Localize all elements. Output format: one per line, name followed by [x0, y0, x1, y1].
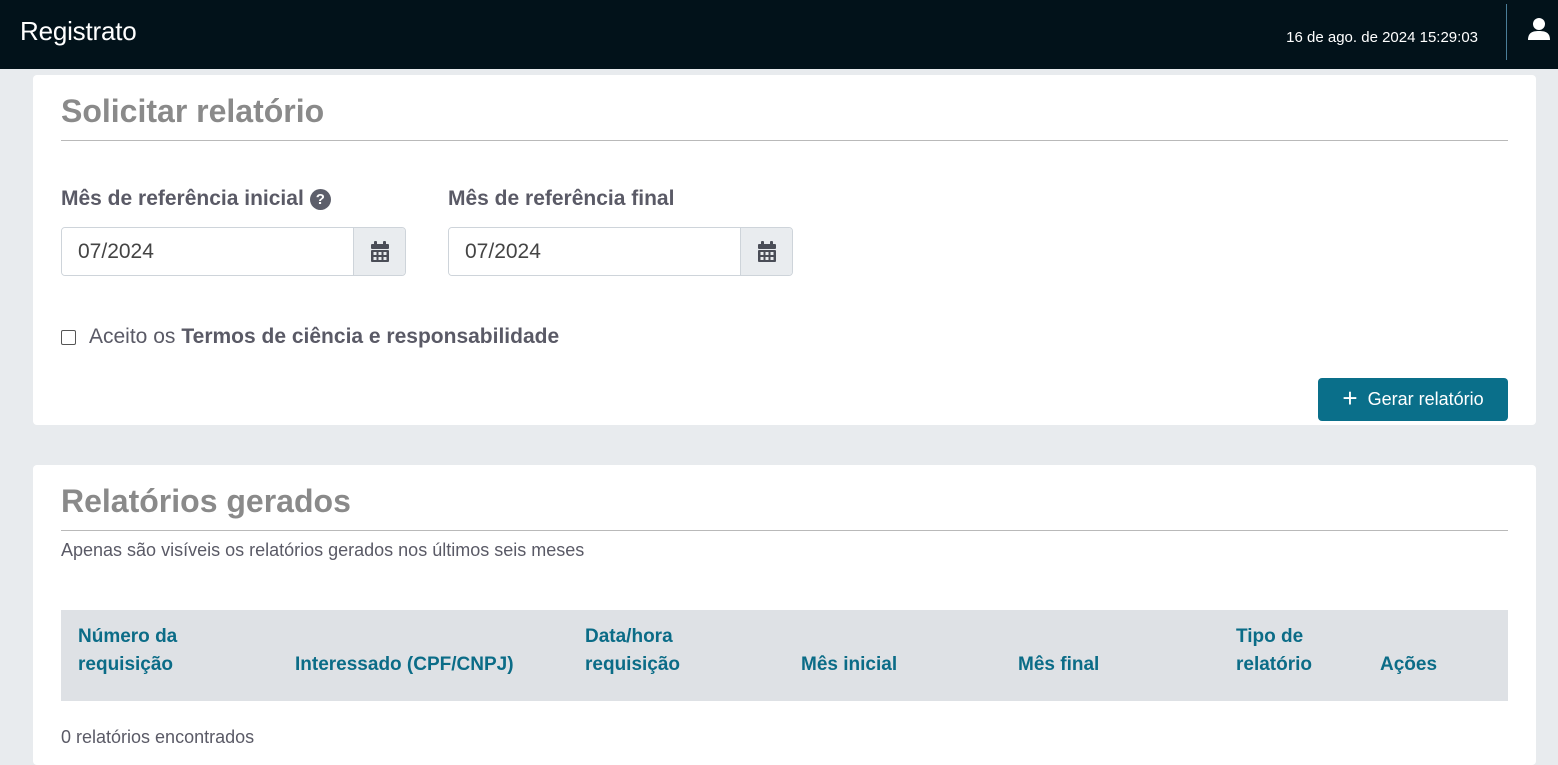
generate-report-label: Gerar relatório: [1367, 389, 1484, 409]
column-header-line: Mês inicial: [801, 654, 898, 675]
request-report-title: Solicitar relatório: [61, 93, 325, 129]
title-divider: [61, 530, 1508, 531]
column-header-start-month[interactable]: Mês inicial: [801, 651, 897, 679]
end-month-input[interactable]: [449, 228, 740, 275]
column-header-request-number[interactable]: Número da requisição: [78, 623, 177, 679]
column-header-request-datetime[interactable]: Data/hora requisição: [585, 623, 680, 679]
current-datetime: 16 de ago. de 2024 15:29:03: [1286, 29, 1478, 46]
column-header-line: requisição: [78, 654, 174, 675]
column-header-line: requisição: [585, 654, 681, 675]
terms-checkbox[interactable]: [61, 329, 76, 345]
start-month-calendar-button[interactable]: [353, 228, 405, 275]
plus-icon: +: [1342, 383, 1358, 413]
column-header-line: Ações: [1380, 654, 1438, 675]
request-report-card: Solicitar relatório Mês de referência in…: [33, 75, 1536, 425]
column-header-line: Interessado (CPF/CNPJ): [295, 654, 514, 675]
navbar-divider: [1506, 4, 1507, 60]
column-header-line: Data/hora: [585, 626, 673, 647]
reports-count: 0 relatórios encontrados: [61, 727, 255, 747]
end-month-label: Mês de referência final: [448, 187, 675, 210]
calendar-icon: [757, 240, 776, 262]
column-header-line: relatório: [1236, 654, 1313, 675]
column-header-interested[interactable]: Interessado (CPF/CNPJ): [295, 651, 514, 679]
terms-prefix: Aceito os: [89, 325, 176, 348]
column-header-end-month[interactable]: Mês final: [1018, 651, 1099, 679]
start-month-input[interactable]: [62, 228, 353, 275]
generated-reports-title: Relatórios gerados: [61, 483, 351, 519]
start-month-label: Mês de referência inicial?: [61, 187, 331, 211]
column-header-actions: Ações: [1380, 651, 1437, 679]
calendar-icon: [370, 240, 389, 262]
column-header-line: Mês final: [1018, 654, 1100, 675]
title-divider: [61, 140, 1508, 141]
column-header-report-type[interactable]: Tipo de relatório: [1236, 623, 1312, 679]
reports-table-header: Número da requisição Interessado (CPF/CN…: [61, 610, 1508, 701]
generated-reports-card: Relatórios gerados Apenas são visíveis o…: [33, 465, 1536, 765]
app-brand[interactable]: Registrato: [20, 16, 137, 47]
terms-link[interactable]: Termos de ciência e responsabilidade: [181, 325, 559, 349]
end-month-calendar-button[interactable]: [740, 228, 792, 275]
reports-subtitle: Apenas são visíveis os relatórios gerado…: [61, 540, 585, 560]
column-header-line: Tipo de: [1236, 626, 1304, 647]
terms-row: Aceito os Termos de ciência e responsabi…: [61, 325, 559, 349]
generate-report-button[interactable]: + Gerar relatório: [1318, 378, 1508, 421]
start-month-input-group: [61, 227, 406, 276]
column-header-line: Número da: [78, 626, 178, 647]
end-month-input-group: [448, 227, 793, 276]
user-icon: [1528, 18, 1550, 40]
question-circle-icon[interactable]: ?: [309, 189, 331, 210]
user-menu-button[interactable]: [1522, 14, 1554, 46]
start-month-label-text: Mês de referência inicial: [61, 187, 304, 210]
top-navbar: Registrato 16 de ago. de 2024 15:29:03: [0, 0, 1558, 69]
